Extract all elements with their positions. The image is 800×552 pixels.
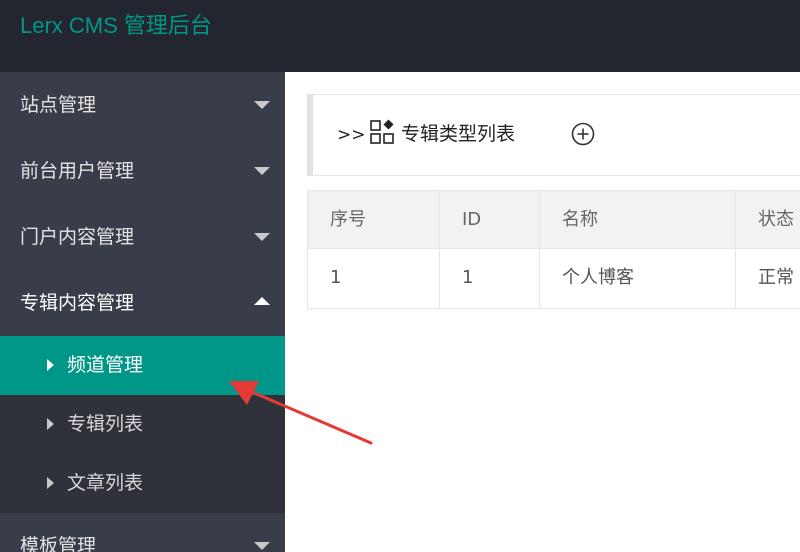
triangle-right-icon <box>47 418 54 430</box>
chevron-down-icon <box>254 167 270 175</box>
table-header-cell: ID <box>440 191 540 248</box>
table-header-cell: 名称 <box>540 191 736 248</box>
sidebar-item-album-content[interactable]: 专辑内容管理 <box>0 270 285 336</box>
submenu-item-label: 频道管理 <box>67 354 144 376</box>
column-header-id: ID <box>462 209 482 230</box>
sidebar-item-label: 站点管理 <box>20 94 97 116</box>
chevron-up-icon <box>254 297 270 305</box>
sidebar-item-portal-content[interactable]: 门户内容管理 <box>0 204 285 270</box>
page-title-bar: >> 专辑类型列表 <box>307 94 800 176</box>
cell-index: 1 <box>330 267 342 288</box>
sidebar-item-label: 模板管理 <box>20 535 97 552</box>
column-header-status: 状态 <box>758 209 794 230</box>
annotation-arrow-icon <box>229 381 373 445</box>
page-title: 专辑类型列表 <box>401 123 516 145</box>
app-title[interactable]: Lerx CMS 管理后台 <box>20 11 212 41</box>
table-header-row: 序号 ID 名称 状态 <box>308 190 800 249</box>
submenu-item-label: 文章列表 <box>67 472 144 494</box>
column-header-index: 序号 <box>330 209 366 230</box>
sidebar-item-frontend-users[interactable]: 前台用户管理 <box>0 138 285 204</box>
table-cell: 个人博客 <box>540 249 736 308</box>
submenu-item-article-list[interactable]: 文章列表 <box>0 454 285 513</box>
chevron-down-icon <box>254 233 270 241</box>
submenu-item-label: 专辑列表 <box>67 413 144 435</box>
table-cell: 正常 <box>736 249 800 308</box>
breadcrumb: >> <box>337 125 366 145</box>
table-cell: 1 <box>440 249 540 308</box>
sidebar-item-site-management[interactable]: 站点管理 <box>0 72 285 138</box>
table-cell: 1 <box>308 249 440 308</box>
triangle-right-icon <box>47 477 54 489</box>
top-header: Lerx CMS 管理后台 <box>0 0 800 72</box>
album-type-table: 序号 ID 名称 状态 1 1 个人博客 正常 <box>307 190 800 310</box>
table-row[interactable]: 1 1 个人博客 正常 <box>308 249 800 309</box>
chevron-down-icon <box>254 542 270 550</box>
cell-id: 1 <box>462 267 474 288</box>
sidebar-item-label: 门户内容管理 <box>20 226 135 248</box>
triangle-right-icon <box>47 359 54 371</box>
column-header-name: 名称 <box>562 209 598 230</box>
sidebar-item-label: 前台用户管理 <box>20 160 135 182</box>
plus-circle-icon[interactable] <box>571 122 595 146</box>
sidebar-item-label: 专辑内容管理 <box>20 292 135 314</box>
table-header-cell: 序号 <box>308 191 440 248</box>
grid-list-icon <box>370 119 394 144</box>
main-content: >> 专辑类型列表 序号 ID 名称 状态 1 1 个人博客 正常 <box>285 72 800 552</box>
cell-status: 正常 <box>758 267 794 288</box>
chevron-down-icon <box>254 101 270 109</box>
sidebar: 站点管理 前台用户管理 门户内容管理 专辑内容管理 频道管理 专辑列表 文章列表… <box>0 72 285 552</box>
sidebar-item-template-management[interactable]: 模板管理 <box>0 513 285 552</box>
table-header-cell: 状态 <box>736 191 800 248</box>
cell-name: 个人博客 <box>562 267 634 288</box>
